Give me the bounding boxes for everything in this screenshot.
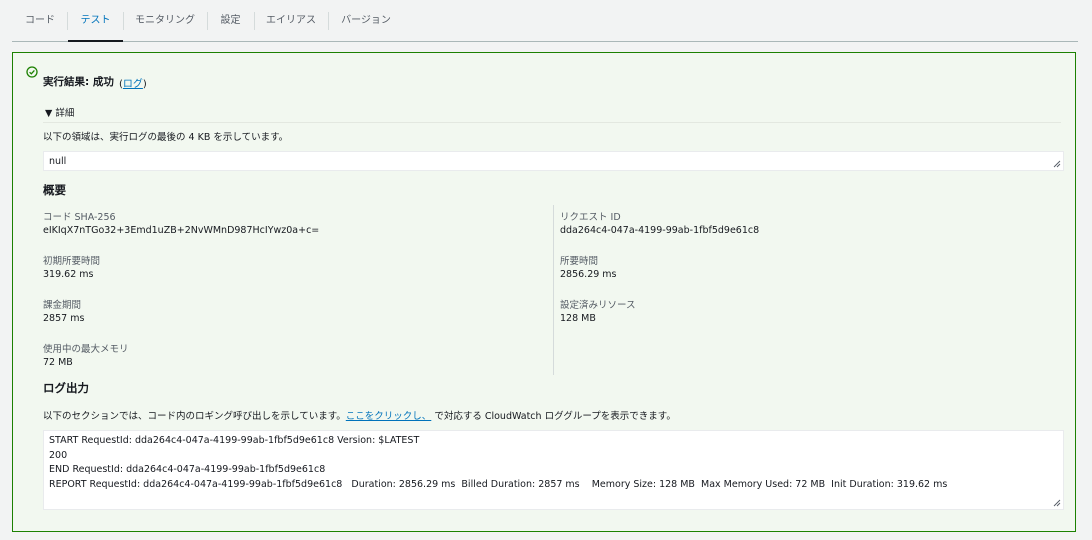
tab-code[interactable]: コード xyxy=(12,0,68,41)
details-toggle[interactable]: ▼ 詳細 xyxy=(45,105,74,119)
function-output-box[interactable]: null xyxy=(43,151,1064,171)
result-title: 実行結果: 成功 xyxy=(43,76,114,88)
log-link[interactable]: ログ xyxy=(123,79,143,90)
resize-grip-icon[interactable] xyxy=(1053,160,1061,168)
log-line: START RequestId: dda264c4-047a-4199-99ab… xyxy=(49,435,420,446)
details-description: 以下の領域は、実行ログの最後の 4 KB を示しています。 xyxy=(43,132,289,143)
log-output-heading: ログ出力 xyxy=(43,381,89,395)
divider xyxy=(43,122,1061,123)
function-output: null xyxy=(49,156,67,167)
execution-result-panel: 実行結果: 成功 (ログ) ▼ 詳細 以下の領域は、実行ログの最後の 4 KB … xyxy=(12,52,1076,532)
cloudwatch-link[interactable]: ここをクリックし、 xyxy=(346,411,432,422)
log-output-description: 以下のセクションでは、コード内のロギング呼び出しを示しています。ここをクリックし… xyxy=(43,408,676,422)
tab-versions[interactable]: バージョン xyxy=(328,0,404,41)
code-sha-value: eIKIqX7nTGo32+3Emd1uZB+2NvWMnD987HcIYwz0… xyxy=(43,225,320,236)
init-duration-label: 初期所要時間 xyxy=(43,256,101,267)
billed-duration-value: 2857 ms xyxy=(43,313,85,324)
duration-value: 2856.29 ms xyxy=(560,269,617,280)
log-link-wrapper: (ログ) xyxy=(119,75,147,90)
log-line: END RequestId: dda264c4-047a-4199-99ab-1… xyxy=(49,464,326,475)
check-circle-icon xyxy=(26,66,38,78)
tab-settings[interactable]: 設定 xyxy=(207,0,254,41)
column-divider xyxy=(553,205,554,375)
code-sha-label: コード SHA-256 xyxy=(43,212,116,223)
request-id-value: dda264c4-047a-4199-99ab-1fbf5d9e61c8 xyxy=(560,225,760,236)
log-paren-close: ) xyxy=(142,79,147,90)
log-desc-text-after: で対応する CloudWatch ロググループを表示できます。 xyxy=(431,411,676,422)
tab-test[interactable]: テスト xyxy=(68,0,123,42)
max-memory-label: 使用中の最大メモリ xyxy=(43,344,129,355)
request-id-label: リクエスト ID xyxy=(560,212,621,223)
log-line: 200 xyxy=(49,450,68,461)
configured-resources-label: 設定済みリソース xyxy=(560,300,636,311)
tab-monitoring[interactable]: モニタリング xyxy=(123,0,207,41)
duration-label: 所要時間 xyxy=(560,256,599,267)
billed-duration-label: 課金期間 xyxy=(43,300,82,311)
init-duration-value: 319.62 ms xyxy=(43,269,94,280)
configured-resources-value: 128 MB xyxy=(560,313,596,324)
log-line: REPORT RequestId: dda264c4-047a-4199-99a… xyxy=(49,479,948,490)
log-desc-text: 以下のセクションでは、コード内のロギング呼び出しを示しています。 xyxy=(43,411,346,422)
resize-grip-icon[interactable] xyxy=(1053,499,1061,507)
log-output-box[interactable]: START RequestId: dda264c4-047a-4199-99ab… xyxy=(43,430,1064,510)
max-memory-value: 72 MB xyxy=(43,357,73,368)
summary-heading: 概要 xyxy=(43,183,66,197)
tab-bar: コード テスト モニタリング 設定 エイリアス バージョン xyxy=(12,0,1078,42)
tab-aliases[interactable]: エイリアス xyxy=(254,0,328,41)
